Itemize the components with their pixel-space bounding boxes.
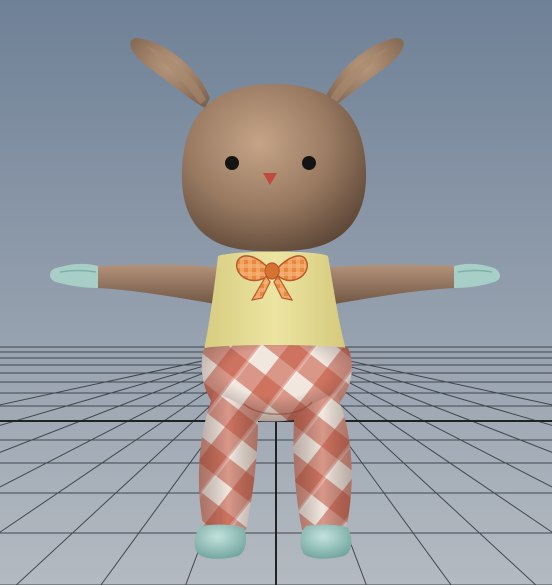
bunny-shoe-right: [300, 524, 352, 559]
bunny-leg-right: [293, 392, 352, 530]
bunny-eye-right: [302, 156, 316, 170]
bunny-head: [181, 84, 367, 252]
bunny-eye-left: [225, 156, 239, 170]
viewport-canvas[interactable]: [0, 0, 552, 585]
bunny-shoe-left: [194, 524, 246, 559]
3d-viewport[interactable]: [0, 0, 552, 585]
bunny-leg-left: [198, 392, 258, 530]
